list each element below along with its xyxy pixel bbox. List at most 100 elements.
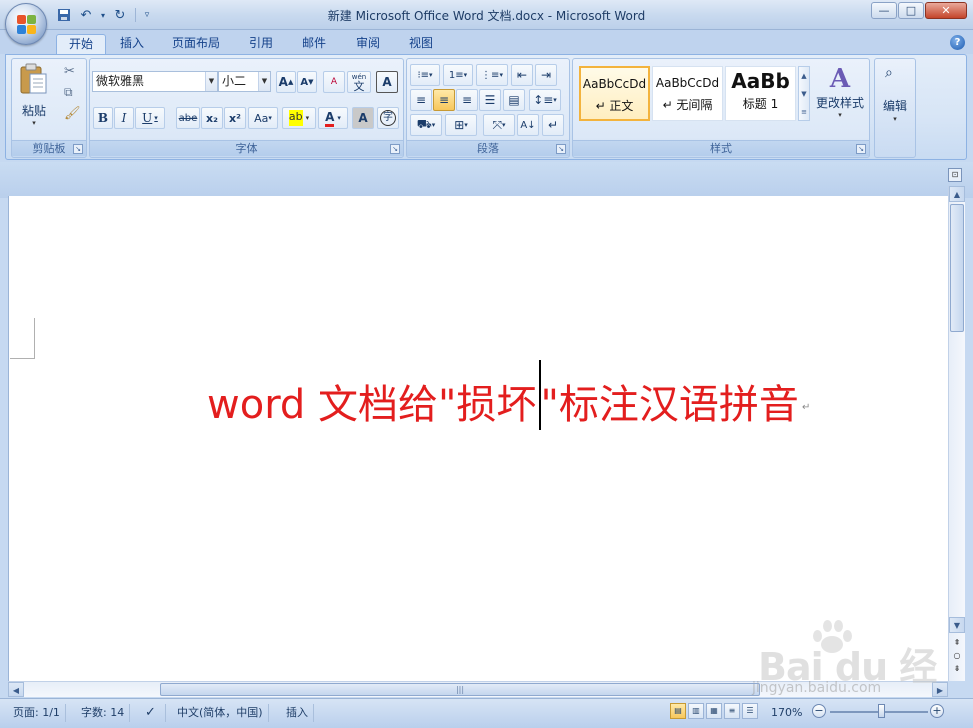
paste-label: 粘贴 [21,104,46,118]
bullets-button[interactable]: ⁝≡ ▾ [410,64,440,86]
highlight-button[interactable]: ab ▾ [282,107,316,129]
tab-page-layout[interactable]: 页面布局 [160,34,232,54]
style-name: ↵ 无间隔 [662,98,713,112]
subscript-button[interactable]: x₂ [201,107,223,129]
phonetic-guide-button[interactable]: wén 文 [347,71,371,93]
format-painter-icon[interactable]: 🖌 [64,106,81,121]
paragraph-group-label: 段落 [407,140,569,156]
change-styles-button[interactable]: A 更改样式 ▾ [813,64,867,134]
character-shading-button[interactable]: A [352,107,374,129]
justify-button[interactable]: ☰ [479,89,501,111]
bold-button[interactable]: B [93,107,113,129]
distribute-button[interactable]: ▤ [503,89,525,111]
shading-button[interactable]: ⛟ ▾ [410,114,442,136]
help-icon[interactable]: ? [950,35,965,50]
draft-view-icon[interactable]: ☰ [742,703,758,719]
zoom-level[interactable]: 170% [766,704,807,722]
outline-view-icon[interactable]: ≡ [724,703,740,719]
font-launcher-icon[interactable]: ↘ [390,144,400,154]
zoom-out-icon[interactable]: − [812,704,826,718]
document-text[interactable]: word 文档给"损坏 "标注汉语拼音 [207,372,799,430]
copy-icon[interactable]: ⧉ [64,85,73,100]
align-right-button[interactable]: ≡ [456,89,478,111]
chinese-layout-button[interactable]: ⤧ ▾ [483,114,515,136]
line-spacing-button[interactable]: ↕≡ ▾ [529,89,561,111]
shrink-font-button[interactable]: A ▼ [297,71,317,93]
increase-indent-button[interactable]: ⇥ [535,64,557,86]
editing-group[interactable]: ⌕ 编辑 ▾ [874,58,916,158]
chevron-down-icon: ▼ [258,72,270,91]
tab-review[interactable]: 审阅 [344,34,392,54]
office-button[interactable] [5,3,47,45]
paint-bucket-icon: ⛟ [416,117,432,131]
font-name-dropdown[interactable]: 微软雅黑 ▼ [92,71,218,92]
zoom-slider-thumb[interactable] [878,704,885,718]
status-word-count[interactable]: 字数: 14 [76,704,131,722]
justify-icon: ☰ [484,93,496,107]
browse-object-icon[interactable]: ○ [951,650,963,662]
vertical-scroll-thumb[interactable] [950,204,964,332]
styles-gallery-scroll[interactable]: ▲ ▼ ≡ [798,66,810,121]
decrease-indent-button[interactable]: ⇤ [511,64,533,86]
maximize-button[interactable]: □ [898,2,924,19]
grow-font-button[interactable]: A ▲ [276,71,296,93]
align-left-button[interactable]: ≡ [410,89,432,111]
italic-button[interactable]: I [114,107,134,129]
close-button[interactable]: ✕ [925,2,967,19]
next-page-icon[interactable]: ⇟ [951,663,963,675]
clear-formatting-button[interactable]: A [323,71,345,93]
align-center-button[interactable]: ≡ [433,89,455,111]
change-case-button[interactable]: Aa ▾ [248,107,278,129]
enclose-characters-button[interactable]: 字 [377,107,399,129]
show-marks-button[interactable]: ↵ [542,114,564,136]
minimize-button[interactable]: — [871,2,897,19]
multilevel-list-button[interactable]: ⋮≡ ▾ [476,64,508,86]
tab-mailings[interactable]: 邮件 [290,34,338,54]
cut-icon[interactable]: ✂ [64,64,75,79]
style-tile-normal[interactable]: AaBbCcDd ↵ 正文 [579,66,650,121]
vertical-scrollbar[interactable]: ▲ ▼ ⇞ ○ ⇟ [948,186,965,681]
superscript-button[interactable]: x² [224,107,246,129]
multilevel-list-icon: ⋮≡ [481,69,500,81]
full-screen-reading-icon[interactable]: ▥ [688,703,704,719]
tab-home[interactable]: 开始 [56,34,107,54]
status-page[interactable]: 页面: 1/1 [8,704,66,722]
tab-insert[interactable]: 插入 [108,34,156,54]
proofing-icon[interactable]: ✓ [140,704,166,722]
borders-button[interactable]: ⊞ ▾ [445,114,477,136]
document-page[interactable] [8,196,948,681]
underline-button[interactable]: U ▾ [135,107,165,129]
clipboard-launcher-icon[interactable]: ↘ [73,144,83,154]
shrink-font-icon: A [300,76,309,88]
style-tile-heading-1[interactable]: AaBb 标题 1 [725,66,796,121]
chevron-down-icon: ▾ [499,71,503,79]
status-bar: 页面: 1/1 字数: 14 ✓ 中文(简体，中国) 插入 ▤ ▥ ▦ ≡ ☰ … [0,698,973,728]
status-insert-mode[interactable]: 插入 [281,704,314,722]
tab-view[interactable]: 视图 [397,34,445,54]
scroll-left-icon[interactable]: ◀ [8,682,24,697]
style-tile-no-spacing[interactable]: AaBbCcDd ↵ 无间隔 [652,66,723,121]
font-size-value: 小二 [222,74,247,88]
numbering-button[interactable]: 1≡ ▾ [443,64,473,86]
strikethrough-button[interactable]: abe [176,107,200,129]
font-color-button[interactable]: A ▾ [318,107,348,129]
view-ruler-icon[interactable]: ⊡ [948,168,962,182]
horizontal-scroll-thumb[interactable]: ||| [160,683,760,696]
scroll-up-icon[interactable]: ▲ [949,186,965,202]
character-border-button[interactable]: A [376,71,398,93]
web-layout-icon[interactable]: ▦ [706,703,722,719]
zoom-in-icon[interactable]: + [930,704,944,718]
styles-launcher-icon[interactable]: ↘ [856,144,866,154]
tab-references[interactable]: 引用 [237,34,285,54]
window-controls: — □ ✕ [871,2,967,19]
paragraph-group: ⁝≡ ▾ 1≡ ▾ ⋮≡ ▾ ⇤ ⇥ ≡ ≡ ≡ ☰ ▤ ↕≡ ▾ ⛟ ▾ ⊞ ▾ ⤧ ▾ A… [406,58,570,158]
print-layout-icon[interactable]: ▤ [670,703,686,719]
paste-button[interactable]: 粘贴 ▾ [18,63,50,127]
font-size-dropdown[interactable]: 小二 ▼ [218,71,271,92]
previous-page-icon[interactable]: ⇞ [951,637,963,649]
paragraph-mark-icon: ↵ [547,118,559,132]
status-language[interactable]: 中文(简体，中国) [172,704,269,722]
scroll-down-icon[interactable]: ▼ [949,617,965,633]
sort-button[interactable]: A↓ [517,114,539,136]
paragraph-launcher-icon[interactable]: ↘ [556,144,566,154]
